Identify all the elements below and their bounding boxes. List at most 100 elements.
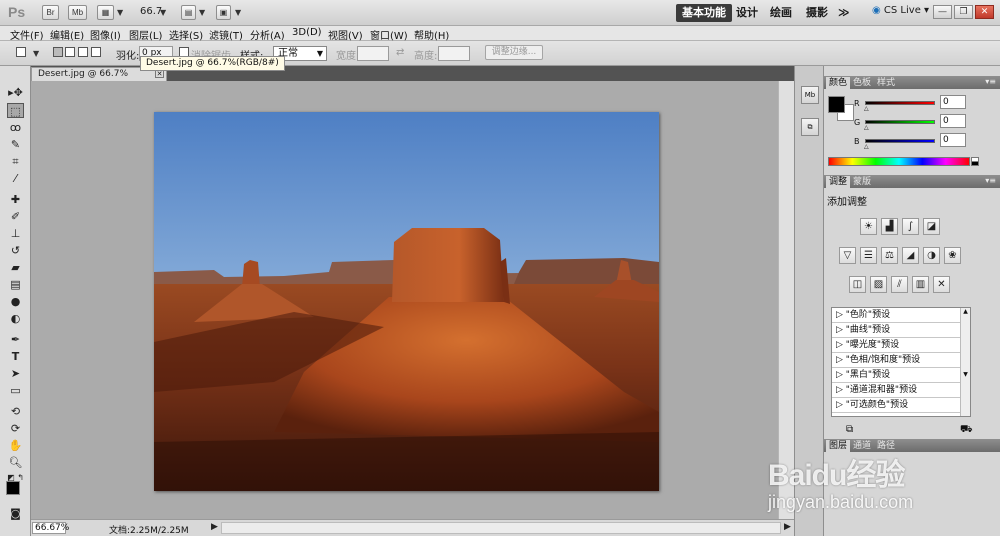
menu-edit[interactable]: 编辑(E): [50, 27, 84, 42]
photo-filter-icon[interactable]: ◑: [923, 247, 940, 264]
menu-window[interactable]: 窗口(W): [370, 27, 408, 42]
close-button[interactable]: ✕: [975, 5, 994, 19]
tab-paths[interactable]: 路径: [874, 440, 898, 452]
panel-menu-icon[interactable]: ▾≡: [985, 77, 996, 86]
menu-layer[interactable]: 图层(L): [129, 27, 162, 42]
add-to-selection-icon[interactable]: [65, 47, 75, 57]
invert-icon[interactable]: ◫: [849, 276, 866, 293]
more-workspaces-icon[interactable]: ≫: [838, 4, 850, 22]
chevron-down-icon[interactable]: ▼: [235, 8, 241, 17]
preset-exposure[interactable]: ▷ "曝光度"预设: [832, 338, 961, 353]
quick-mask-icon[interactable]: ◙: [7, 506, 24, 521]
brush-icon[interactable]: ✐: [7, 209, 24, 224]
status-menu-arrow-icon[interactable]: ▶: [211, 522, 218, 532]
black-white-icon[interactable]: ◢: [902, 247, 919, 264]
tab-adjustments[interactable]: 调整: [826, 176, 851, 188]
menu-filter[interactable]: 滤镜(T): [209, 27, 243, 42]
tab-styles[interactable]: 样式: [874, 77, 898, 89]
vertical-scrollbar[interactable]: [778, 81, 794, 519]
chevron-down-icon[interactable]: ▼: [199, 8, 205, 17]
marquee-tool-preset-icon[interactable]: [16, 47, 26, 57]
menu-3d[interactable]: 3D(D): [292, 27, 322, 38]
path-select-icon[interactable]: ➤: [7, 366, 24, 381]
green-slider[interactable]: [865, 120, 935, 124]
subtract-from-selection-icon[interactable]: [78, 47, 88, 57]
extras-button[interactable]: ▦: [97, 5, 114, 20]
type-icon[interactable]: T: [7, 349, 24, 364]
workspace-essentials[interactable]: 基本功能: [676, 4, 732, 22]
preset-black-white[interactable]: ▷ "黑白"预设: [832, 368, 961, 383]
blue-value[interactable]: 0: [940, 133, 966, 147]
black-white-ramp[interactable]: [971, 157, 979, 166]
mini-bridge-button[interactable]: Mb: [68, 5, 87, 20]
move-icon[interactable]: ▸✥: [7, 85, 24, 100]
posterize-icon[interactable]: ▨: [870, 276, 887, 293]
stamp-icon[interactable]: ⊥: [7, 226, 24, 241]
tab-layers[interactable]: 图层: [826, 440, 851, 452]
3d-rotate-icon[interactable]: ⟲: [7, 404, 24, 419]
foreground-color-swatch[interactable]: [6, 481, 20, 495]
workspace-photography[interactable]: 摄影: [806, 4, 828, 22]
minimize-button[interactable]: —: [933, 5, 952, 19]
workspace-painting[interactable]: 绘画: [770, 4, 792, 22]
height-input[interactable]: [438, 46, 470, 61]
zoom-field[interactable]: 66.67%: [32, 522, 69, 534]
preset-curves[interactable]: ▷ "曲线"预设: [832, 323, 961, 338]
screen-mode-button[interactable]: ▣: [216, 5, 231, 20]
channel-mixer-icon[interactable]: ❀: [944, 247, 961, 264]
selective-color-icon[interactable]: ✕: [933, 276, 950, 293]
green-value[interactable]: 0: [940, 114, 966, 128]
red-slider-thumb[interactable]: △: [864, 105, 869, 112]
preset-levels[interactable]: ▷ "色阶"预设: [832, 308, 961, 323]
chevron-down-icon[interactable]: ▼: [117, 8, 123, 17]
gradient-map-icon[interactable]: ▥: [912, 276, 929, 293]
menu-analysis[interactable]: 分析(A): [250, 27, 285, 42]
color-balance-icon[interactable]: ⚖: [881, 247, 898, 264]
bridge-button[interactable]: Br: [42, 5, 59, 20]
cs-live-button[interactable]: ◉ CS Live ▾: [872, 5, 929, 16]
hand-icon[interactable]: ✋: [7, 438, 24, 453]
canvas-area[interactable]: [31, 81, 794, 519]
hue-saturation-icon[interactable]: ☰: [860, 247, 877, 264]
tab-channels[interactable]: 通道: [850, 440, 874, 452]
tab-color[interactable]: 颜色: [826, 77, 851, 89]
lasso-icon[interactable]: ꝏ: [7, 120, 24, 135]
threshold-icon[interactable]: ⫽: [891, 276, 908, 293]
pen-icon[interactable]: ✒: [7, 332, 24, 347]
menu-view[interactable]: 视图(V): [328, 27, 363, 42]
refine-edge-button[interactable]: 调整边缘...: [485, 45, 543, 60]
levels-icon[interactable]: ▟: [881, 218, 898, 235]
color-spectrum[interactable]: [828, 157, 970, 166]
horizontal-scrollbar[interactable]: [221, 522, 781, 534]
zoom-level[interactable]: 66.7: [140, 6, 162, 17]
marquee-icon[interactable]: ⬚: [7, 103, 24, 118]
swap-icon[interactable]: ⇄: [396, 47, 404, 58]
restore-button[interactable]: ❐: [954, 5, 973, 19]
red-slider[interactable]: [865, 101, 935, 105]
green-slider-thumb[interactable]: △: [864, 124, 869, 131]
eyedropper-icon[interactable]: ⁄: [7, 171, 24, 186]
history-brush-icon[interactable]: ↺: [7, 243, 24, 258]
history-panel-button[interactable]: ⧉: [801, 118, 819, 136]
curves-icon[interactable]: ∫: [902, 218, 919, 235]
arrange-documents-button[interactable]: ▤: [181, 5, 196, 20]
exposure-icon[interactable]: ◪: [923, 218, 940, 235]
color-foreground-swatch[interactable]: [828, 96, 845, 113]
menu-help[interactable]: 帮助(H): [414, 27, 449, 42]
layer-clip-icon[interactable]: ⧉: [846, 424, 853, 435]
width-input[interactable]: [357, 46, 389, 61]
mini-bridge-panel-button[interactable]: Mb: [801, 86, 819, 104]
chevron-down-icon[interactable]: ▼: [33, 49, 39, 58]
preset-channel-mixer[interactable]: ▷ "通道混和器"预设: [832, 383, 961, 398]
shape-icon[interactable]: ▭: [7, 383, 24, 398]
blur-icon[interactable]: ●: [7, 294, 24, 309]
panel-menu-icon[interactable]: ▾≡: [985, 176, 996, 185]
menu-image[interactable]: 图像(I): [90, 27, 121, 42]
menu-file[interactable]: 文件(F): [10, 27, 44, 42]
eraser-icon[interactable]: ▰: [7, 260, 24, 275]
blue-slider-thumb[interactable]: △: [864, 143, 869, 150]
quick-select-icon[interactable]: ✎: [7, 137, 24, 152]
brightness-icon[interactable]: ☀: [860, 218, 877, 235]
crop-icon[interactable]: ⌗: [7, 154, 24, 169]
healing-icon[interactable]: ✚: [7, 192, 24, 207]
